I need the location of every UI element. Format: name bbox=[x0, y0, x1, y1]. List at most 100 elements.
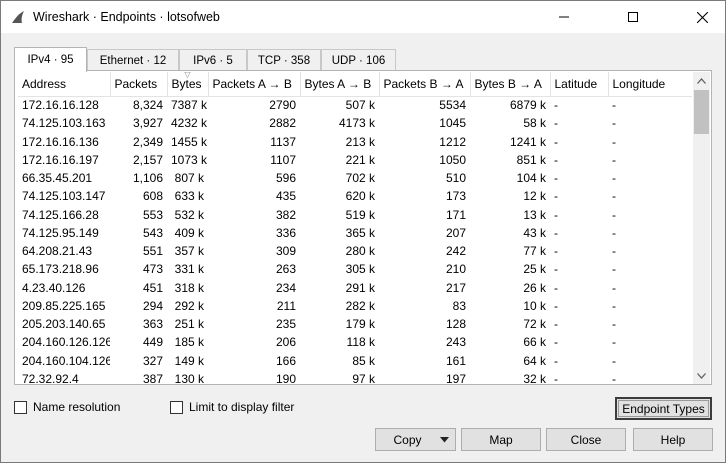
cell-bytes-b-a: 12 k bbox=[523, 189, 546, 204]
cell-packets-a-b: 190 bbox=[275, 371, 296, 384]
limit-filter-checkbox[interactable] bbox=[170, 400, 183, 414]
table-row[interactable]: 209.85.225.165 294 292 k 211 282 k 83 10 k-- bbox=[18, 297, 692, 315]
title-bar: Wireshark · Endpoints · lotsofweb bbox=[1, 1, 725, 33]
endpoint-types-button[interactable]: Endpoint Types bbox=[615, 397, 712, 420]
table-row[interactable]: 204.160.126.126 449 185 k 206 118 k 243 66 k-- bbox=[18, 333, 692, 351]
cell-packets: 451 bbox=[142, 280, 163, 295]
table-row[interactable]: 64.208.21.43 551 357 k 309 280 k 242 77 k-- bbox=[18, 242, 692, 260]
cell-bytes: 292 k bbox=[174, 298, 204, 313]
cell-bytes: 318 k bbox=[174, 280, 204, 295]
cell-packets-b-a: 1212 bbox=[439, 134, 466, 149]
cell-longitude: - bbox=[612, 225, 616, 240]
cell-bytes-b-a: 25 k bbox=[523, 262, 546, 277]
sort-descending-icon: ▽ bbox=[184, 72, 191, 79]
cell-bytes-a-b: 291 k bbox=[345, 280, 375, 295]
cell-bytes: 807 k bbox=[174, 171, 204, 186]
table-row[interactable]: 74.125.95.149 543 409 k 336 365 k 207 43 k-- bbox=[18, 224, 692, 242]
cell-packets-b-a: 128 bbox=[445, 317, 466, 332]
cell-latitude: - bbox=[554, 152, 558, 167]
cell-packets-a-b: 336 bbox=[275, 225, 296, 240]
cell-bytes-a-b: 507 k bbox=[345, 98, 375, 113]
cell-bytes: 331 k bbox=[174, 262, 204, 277]
cell-address: 204.160.104.126 bbox=[22, 353, 110, 368]
table-body: 172.16.16.128 8,324 7387 k 2790 507 k 5534 687… bbox=[18, 96, 692, 384]
cell-bytes: 7387 k bbox=[171, 98, 208, 113]
table-row[interactable]: 172.16.16.197 2,157 1073 k 1107 221 k 1050 851… bbox=[18, 151, 692, 169]
table-row[interactable]: 172.16.16.128 8,324 7387 k 2790 507 k 5534 687… bbox=[18, 96, 692, 114]
tab-ipv6[interactable]: IPv6 · 5 bbox=[179, 49, 247, 71]
maximize-button[interactable] bbox=[610, 1, 656, 33]
cell-address: 72.32.92.4 bbox=[22, 371, 79, 384]
name-resolution-label: Name resolution bbox=[33, 400, 121, 414]
table-row[interactable]: 204.160.104.126 327 149 k 166 85 k 161 64 k-- bbox=[18, 352, 692, 370]
close-button[interactable]: Close bbox=[546, 428, 626, 451]
table-row[interactable]: 74.125.166.28 553 532 k 382 519 k 171 13 k-- bbox=[18, 206, 692, 224]
column-header-bytes-a-b[interactable]: Bytes A → B bbox=[300, 72, 380, 97]
cell-longitude: - bbox=[612, 317, 616, 332]
cell-packets: 473 bbox=[142, 262, 163, 277]
cell-latitude: - bbox=[554, 171, 558, 186]
cell-bytes-a-b: 365 k bbox=[345, 225, 375, 240]
tab-udp[interactable]: UDP · 106 bbox=[321, 49, 396, 71]
cell-packets-b-a: 243 bbox=[445, 335, 466, 350]
endpoints-table: Address Packets ▽ Bytes Packets A → B Byt… bbox=[18, 72, 692, 384]
cell-latitude: - bbox=[554, 298, 558, 313]
table-row[interactable]: 205.203.140.65 363 251 k 235 179 k 128 72 k-- bbox=[18, 315, 692, 333]
tab-panel: Address Packets ▽ Bytes Packets A → B Byt… bbox=[14, 70, 712, 385]
column-header-bytes[interactable]: ▽ Bytes bbox=[167, 72, 209, 97]
scrollbar-thumb[interactable] bbox=[694, 90, 709, 134]
cell-longitude: - bbox=[612, 298, 616, 313]
cell-bytes-a-b: 280 k bbox=[345, 244, 375, 259]
cell-latitude: - bbox=[554, 353, 558, 368]
cell-bytes-b-a: 10 k bbox=[523, 298, 546, 313]
cell-packets-b-a: 510 bbox=[445, 171, 466, 186]
cell-packets: 1,106 bbox=[132, 171, 163, 186]
scroll-down-arrow[interactable] bbox=[693, 367, 710, 384]
endpoints-window: Wireshark · Endpoints · lotsofweb IPv4 ·… bbox=[0, 0, 726, 463]
column-header-packets[interactable]: Packets bbox=[110, 72, 168, 97]
tab-ipv4[interactable]: IPv4 · 95 bbox=[14, 47, 87, 72]
table-row[interactable]: 172.16.16.136 2,349 1455 k 1137 213 k 1212 124… bbox=[18, 133, 692, 151]
vertical-scrollbar[interactable] bbox=[693, 72, 710, 384]
column-header-bytes-b-a[interactable]: Bytes B → A bbox=[470, 72, 551, 97]
table-row[interactable]: 74.125.103.163 3,927 4232 k 2882 4173 k 1045 5… bbox=[18, 114, 692, 132]
column-header-longitude[interactable]: Longitude bbox=[608, 72, 692, 97]
limit-filter-option[interactable]: Limit to display filter bbox=[170, 400, 294, 414]
help-button[interactable]: Help bbox=[633, 428, 713, 451]
table-row[interactable]: 72.32.92.4 387 130 k 190 97 k 197 32 k-- bbox=[18, 370, 692, 384]
close-window-button[interactable] bbox=[679, 1, 725, 33]
cell-bytes-a-b: 221 k bbox=[345, 152, 375, 167]
cell-packets-a-b: 435 bbox=[275, 189, 296, 204]
column-header-packets-b-a[interactable]: Packets B → A bbox=[379, 72, 471, 97]
column-header-packets-a-b[interactable]: Packets A → B bbox=[208, 72, 301, 97]
minimize-button[interactable] bbox=[541, 1, 587, 33]
cell-packets: 387 bbox=[142, 371, 163, 384]
cell-latitude: - bbox=[554, 335, 558, 350]
tab-tcp[interactable]: TCP · 358 bbox=[247, 49, 321, 71]
copy-button[interactable]: Copy bbox=[375, 428, 456, 451]
cell-packets: 3,927 bbox=[132, 116, 163, 131]
minimize-icon bbox=[559, 16, 569, 18]
name-resolution-checkbox[interactable] bbox=[14, 400, 27, 414]
cell-bytes-a-b: 620 k bbox=[345, 189, 375, 204]
scroll-up-arrow[interactable] bbox=[693, 72, 710, 89]
map-button[interactable]: Map bbox=[461, 428, 541, 451]
cell-packets-a-b: 263 bbox=[275, 262, 296, 277]
cell-address: 74.125.166.28 bbox=[22, 207, 99, 222]
cell-bytes-b-a: 13 k bbox=[523, 207, 546, 222]
name-resolution-option[interactable]: Name resolution bbox=[14, 400, 120, 414]
cell-longitude: - bbox=[612, 171, 616, 186]
table-row[interactable]: 66.35.45.201 1,106 807 k 596 702 k 510 104 k-- bbox=[18, 169, 692, 187]
cell-packets-b-a: 210 bbox=[445, 262, 466, 277]
table-row[interactable]: 65.173.218.96 473 331 k 263 305 k 210 25 k-- bbox=[18, 260, 692, 278]
cell-packets-b-a: 5534 bbox=[439, 98, 466, 113]
cell-latitude: - bbox=[554, 134, 558, 149]
cell-bytes-b-a: 58 k bbox=[523, 116, 546, 131]
table-row[interactable]: 4.23.40.126 451 318 k 234 291 k 217 26 k-- bbox=[18, 279, 692, 297]
cell-bytes-b-a: 72 k bbox=[523, 317, 546, 332]
tab-ethernet[interactable]: Ethernet · 12 bbox=[87, 49, 179, 71]
cell-address: 74.125.95.149 bbox=[22, 225, 99, 240]
column-header-address[interactable]: Address bbox=[18, 72, 111, 97]
table-row[interactable]: 74.125.103.147 608 633 k 435 620 k 173 12 k-- bbox=[18, 187, 692, 205]
column-header-latitude[interactable]: Latitude bbox=[550, 72, 609, 97]
